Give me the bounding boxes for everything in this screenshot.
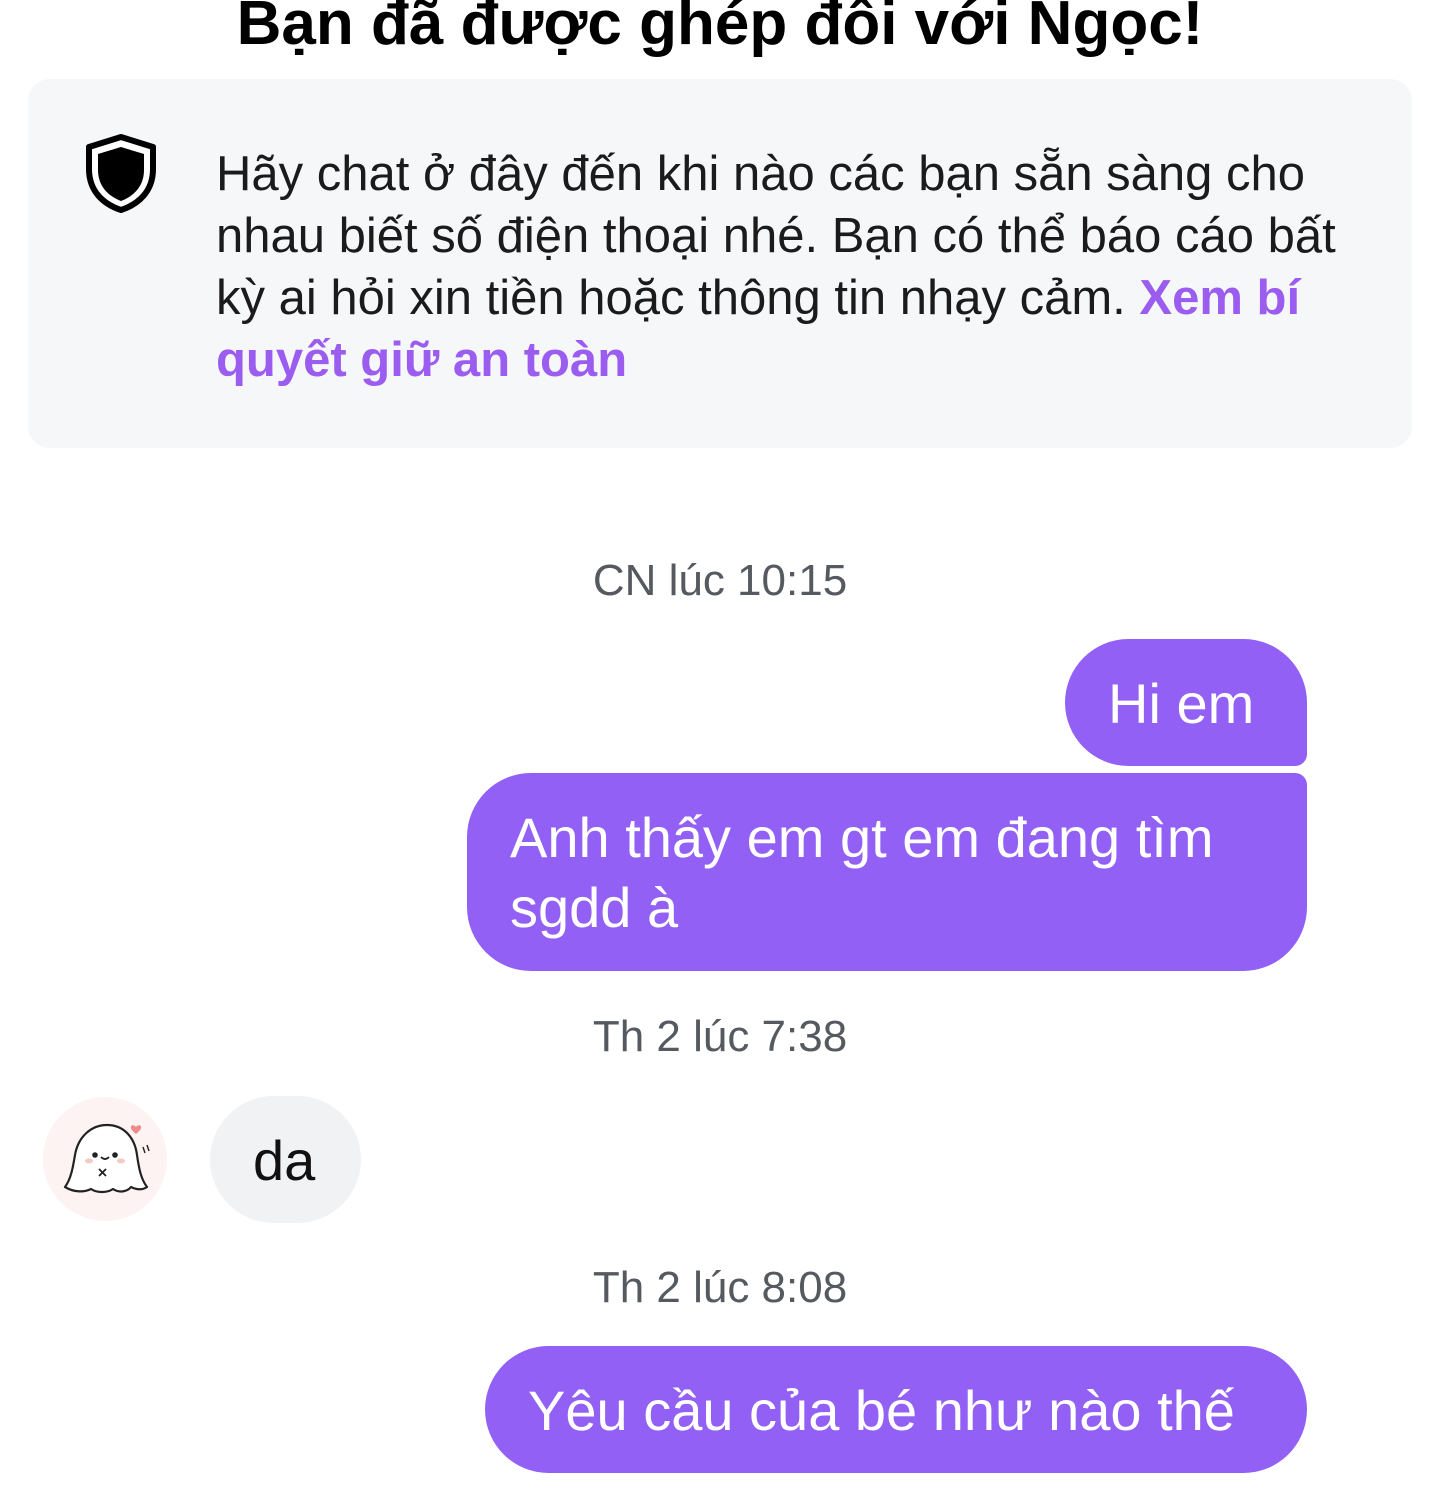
ghost-avatar-icon <box>63 1123 150 1194</box>
shield-icon <box>86 134 156 213</box>
match-title: Bạn đã được ghép đôi với Ngọc! <box>236 0 1204 58</box>
message-text: Hi em <box>1108 672 1255 735</box>
chat-screen: Bạn đã được ghép đôi với Ngọc! Hãy chat … <box>0 0 1440 1508</box>
message-timestamp: Th 2 lúc 8:08 <box>592 1263 848 1312</box>
message-timestamp: Th 2 lúc 7:38 <box>592 1012 848 1061</box>
received-message-bubble[interactable]: da <box>210 1096 361 1223</box>
safety-notice-text: Hãy chat ở đây đến khi nào các bạn sẵn s… <box>216 143 1366 391</box>
message-text: Yêu cầu của bé như nào thế <box>528 1379 1235 1442</box>
contact-avatar[interactable] <box>43 1097 167 1221</box>
sent-message-bubble[interactable]: Hi em <box>1065 639 1307 766</box>
message-timestamp: CN lúc 10:15 <box>592 556 848 605</box>
message-text: Anh thấy em gt em đang tìm sgdd à <box>510 806 1214 939</box>
sent-message-bubble[interactable]: Anh thấy em gt em đang tìm sgdd à <box>467 773 1307 971</box>
sent-message-bubble[interactable]: Yêu cầu của bé như nào thế <box>485 1346 1307 1473</box>
message-text: da <box>253 1129 316 1192</box>
